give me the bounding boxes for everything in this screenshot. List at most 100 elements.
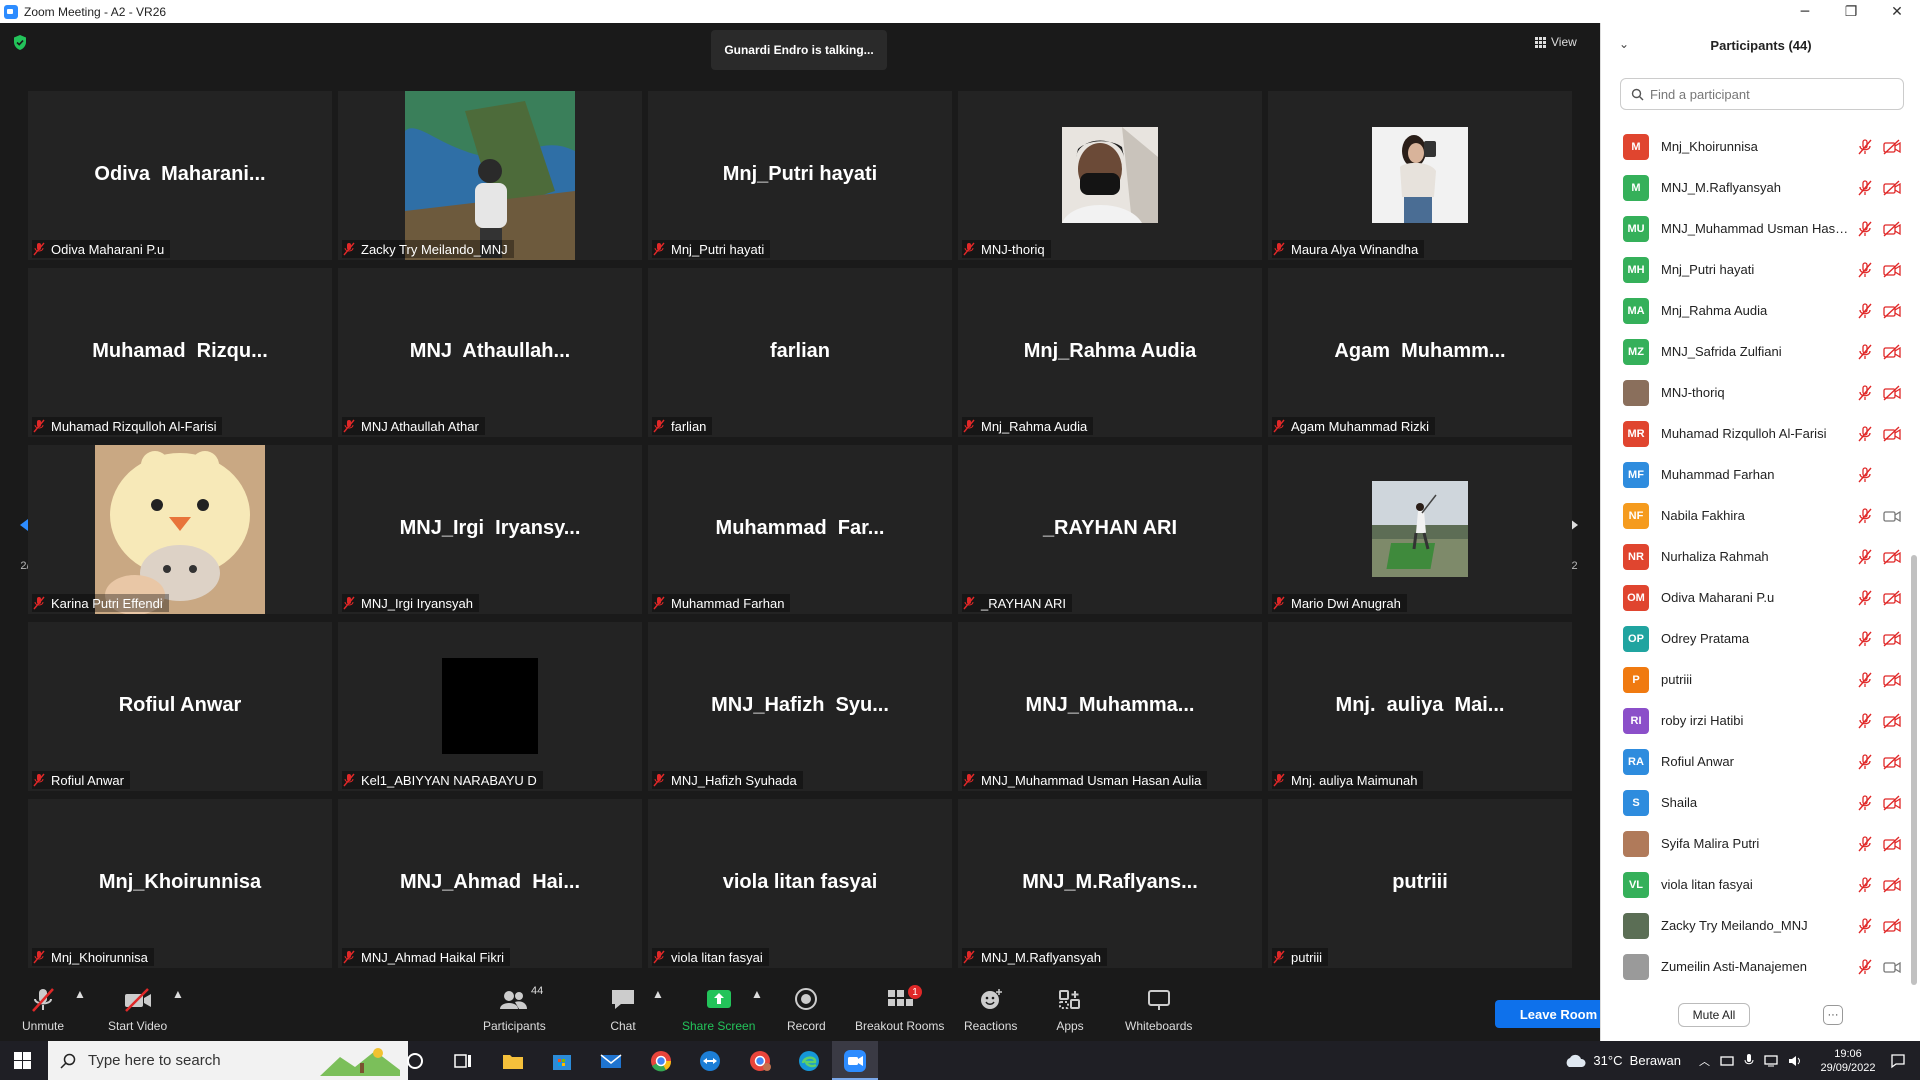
video-off-icon[interactable]: [1883, 671, 1901, 688]
zoom-taskbar-active[interactable]: [832, 1041, 878, 1080]
participant-row[interactable]: NR Nurhaliza Rahmah: [1601, 536, 1909, 577]
video-off-icon[interactable]: [1883, 425, 1901, 442]
reactions-button[interactable]: Reactions: [964, 987, 1017, 1033]
network-icon[interactable]: [1720, 1054, 1734, 1068]
participant-list-scrollbar[interactable]: [1911, 115, 1917, 995]
audio-options-caret[interactable]: ▲: [74, 987, 86, 1001]
participant-row[interactable]: Syifa Malira Putri: [1601, 823, 1909, 864]
muted-mic-icon[interactable]: [1857, 712, 1873, 729]
video-tile[interactable]: Rofiul Anwar Rofiul Anwar: [28, 622, 332, 791]
video-tile[interactable]: Muhamad Rizqu... Muhamad Rizqulloh Al-Far…: [28, 268, 332, 437]
video-off-icon[interactable]: [1883, 835, 1901, 852]
video-tile[interactable]: Mnj_Rahma Audia Mnj_Rahma Audia: [958, 268, 1262, 437]
mute-all-button[interactable]: Mute All: [1678, 1003, 1750, 1027]
muted-mic-icon[interactable]: [1857, 835, 1873, 852]
video-tile[interactable]: Maura Alya Winandha: [1268, 91, 1572, 260]
participant-row[interactable]: VL viola litan fasyai: [1601, 864, 1909, 905]
video-tile[interactable]: putriii putriii: [1268, 799, 1572, 968]
chevron-up-icon[interactable]: ︿: [1699, 1053, 1710, 1069]
video-off-icon[interactable]: [1883, 876, 1901, 893]
video-off-icon[interactable]: [1883, 384, 1901, 401]
muted-mic-icon[interactable]: [1857, 753, 1873, 770]
video-tile[interactable]: viola litan fasyai viola litan fasyai: [648, 799, 952, 968]
participant-row[interactable]: MZ MNJ_Safrida Zulfiani: [1601, 331, 1909, 372]
muted-mic-icon[interactable]: [1857, 425, 1873, 442]
video-tile[interactable]: Odiva Maharani... Odiva Maharani P.u: [28, 91, 332, 260]
chrome-profile-icon[interactable]: [747, 1048, 773, 1074]
participant-row[interactable]: Zumeilin Asti-Manajemen: [1601, 946, 1909, 987]
participant-row[interactable]: MF Muhammad Farhan: [1601, 454, 1909, 495]
video-tile[interactable]: Mario Dwi Anugrah: [1268, 445, 1572, 614]
video-tile[interactable]: Muhammad Far... Muhammad Farhan: [648, 445, 952, 614]
video-tile[interactable]: Mnj_Khoirunnisa Mnj_Khoirunnisa: [28, 799, 332, 968]
video-off-icon[interactable]: [1883, 794, 1901, 811]
video-tile[interactable]: MNJ-thoriq: [958, 91, 1262, 260]
muted-mic-icon[interactable]: [1857, 917, 1873, 934]
video-on-icon[interactable]: [1883, 508, 1901, 524]
video-options-caret[interactable]: ▲: [172, 987, 184, 1001]
muted-mic-icon[interactable]: [1857, 671, 1873, 688]
video-on-icon[interactable]: [1883, 959, 1901, 975]
shield-icon[interactable]: [12, 34, 28, 51]
video-off-icon[interactable]: [1883, 753, 1901, 770]
breakout-rooms-button[interactable]: Breakout Rooms 1: [855, 985, 944, 1033]
video-off-icon[interactable]: [1883, 630, 1901, 647]
weather-text[interactable]: 31°C Berawan: [1593, 1053, 1681, 1068]
video-off-icon[interactable]: [1883, 261, 1901, 278]
more-options-button[interactable]: ···: [1823, 1005, 1843, 1025]
muted-mic-icon[interactable]: [1857, 466, 1873, 483]
video-off-icon[interactable]: [1883, 917, 1901, 934]
chat-options-caret[interactable]: ▲: [652, 987, 664, 1001]
participant-row[interactable]: Zacky Try Meilando_MNJ: [1601, 905, 1909, 946]
muted-mic-icon[interactable]: [1857, 179, 1873, 196]
participants-button[interactable]: Participants 44: [483, 985, 546, 1033]
muted-mic-icon[interactable]: [1857, 384, 1873, 401]
participant-row[interactable]: M MNJ_M.Raflyansyah: [1601, 167, 1909, 208]
task-view-icon[interactable]: [450, 1048, 476, 1074]
video-tile[interactable]: MNJ_Muhamma... MNJ_Muhammad Usman Hasan A…: [958, 622, 1262, 791]
taskbar-search-box[interactable]: [48, 1041, 408, 1080]
chat-button[interactable]: Chat: [609, 987, 637, 1033]
video-tile[interactable]: Mnj_Putri hayati Mnj_Putri hayati: [648, 91, 952, 260]
video-off-icon[interactable]: [1883, 302, 1901, 319]
video-tile[interactable]: MNJ Athaullah... MNJ Athaullah Athar: [338, 268, 642, 437]
muted-mic-icon[interactable]: [1857, 261, 1873, 278]
video-tile[interactable]: MNJ_Ahmad Hai... MNJ_Ahmad Haikal Fikri: [338, 799, 642, 968]
muted-mic-icon[interactable]: [1857, 876, 1873, 893]
participant-search[interactable]: [1620, 78, 1904, 110]
muted-mic-icon[interactable]: [1857, 507, 1873, 524]
windows-start-icon[interactable]: [14, 1052, 31, 1069]
unmute-button[interactable]: Unmute: [22, 987, 64, 1033]
clock[interactable]: 19:06 29/09/2022: [1812, 1047, 1884, 1075]
microsoft-store-icon[interactable]: [549, 1048, 575, 1074]
participant-row[interactable]: NF Nabila Fakhira: [1601, 495, 1909, 536]
muted-mic-icon[interactable]: [1857, 343, 1873, 360]
participant-row[interactable]: MNJ-thoriq: [1601, 372, 1909, 413]
edge-icon[interactable]: [796, 1048, 822, 1074]
video-tile[interactable]: _RAYHAN ARI _RAYHAN ARI: [958, 445, 1262, 614]
video-off-icon[interactable]: [1883, 138, 1901, 155]
whiteboards-button[interactable]: Whiteboards: [1125, 987, 1192, 1033]
video-off-icon[interactable]: [1883, 220, 1901, 237]
participant-row[interactable]: MR Muhamad Rizqulloh Al-Farisi: [1601, 413, 1909, 454]
video-tile[interactable]: MNJ_Hafizh Syu... MNJ_Hafizh Syuhada: [648, 622, 952, 791]
cortana-icon[interactable]: [402, 1048, 428, 1074]
video-off-icon[interactable]: [1883, 179, 1901, 196]
participant-row[interactable]: MU MNJ_Muhammad Usman Hasa...: [1601, 208, 1909, 249]
maximize-button[interactable]: ❐: [1828, 0, 1874, 23]
muted-mic-icon[interactable]: [1857, 589, 1873, 606]
participant-row[interactable]: M Mnj_Khoirunnisa: [1601, 126, 1909, 167]
participant-row[interactable]: MH Mnj_Putri hayati: [1601, 249, 1909, 290]
video-tile[interactable]: Agam Muhamm... Agam Muhammad Rizki: [1268, 268, 1572, 437]
participant-row[interactable]: RA Rofiul Anwar: [1601, 741, 1909, 782]
video-tile[interactable]: Kel1_ABIYYAN NARABAYU D: [338, 622, 642, 791]
teamviewer-icon[interactable]: [697, 1048, 723, 1074]
record-button[interactable]: Record: [787, 987, 826, 1033]
chevron-down-icon[interactable]: ⌄: [1619, 37, 1629, 51]
video-off-icon[interactable]: [1883, 548, 1901, 565]
chrome-icon[interactable]: [648, 1048, 674, 1074]
muted-mic-icon[interactable]: [1857, 958, 1873, 975]
participant-row[interactable]: S Shaila: [1601, 782, 1909, 823]
video-tile[interactable]: farlian farlian: [648, 268, 952, 437]
muted-mic-icon[interactable]: [1857, 138, 1873, 155]
